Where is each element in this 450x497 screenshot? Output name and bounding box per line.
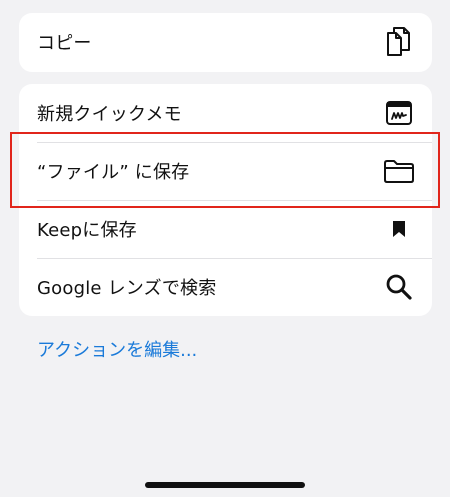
copy-action[interactable]: コピー	[19, 13, 432, 71]
new-quick-note-action[interactable]: 新規クイックメモ	[19, 84, 432, 142]
new-quick-note-label: 新規クイックメモ	[37, 104, 182, 125]
search-icon	[383, 271, 415, 303]
save-to-keep-label: Keepに保存	[37, 220, 137, 241]
copy-group: コピー	[19, 13, 432, 72]
folder-icon	[383, 155, 415, 187]
quick-note-icon	[383, 97, 415, 129]
edit-actions-link[interactable]: アクションを編集...	[37, 336, 197, 362]
copy-label: コピー	[37, 33, 92, 54]
bookmark-icon	[383, 213, 415, 245]
google-lens-search-label: Google レンズで検索	[37, 278, 217, 299]
save-to-keep-action[interactable]: Keepに保存	[19, 200, 432, 258]
save-to-files-action[interactable]: “ファイル” に保存	[19, 142, 432, 200]
actions-group: 新規クイックメモ “ファイル” に保存 Keepに保存 Google レンズで検…	[19, 84, 432, 316]
save-to-files-label: “ファイル” に保存	[37, 162, 190, 183]
google-lens-search-action[interactable]: Google レンズで検索	[19, 258, 432, 316]
copy-icon	[383, 26, 415, 58]
home-indicator[interactable]	[145, 482, 305, 488]
